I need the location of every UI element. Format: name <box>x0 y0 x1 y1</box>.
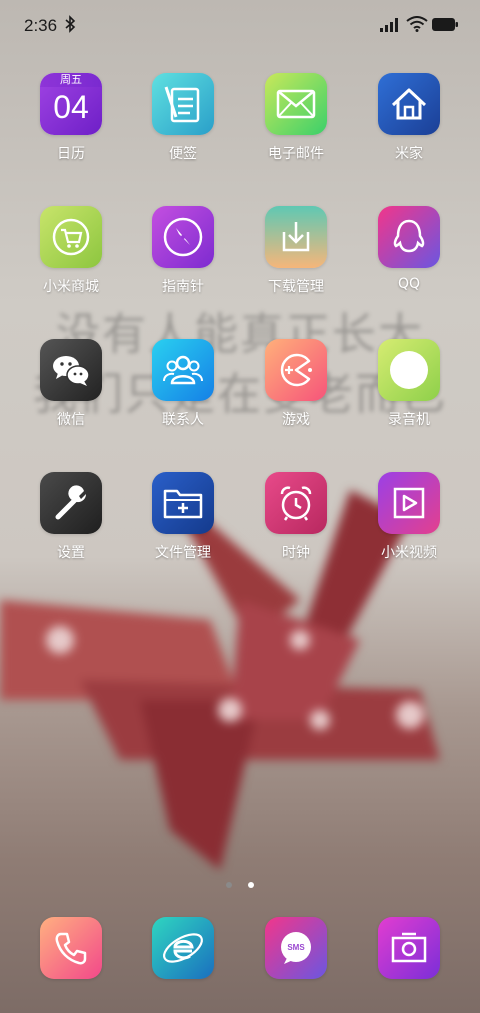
app-label: 下载管理 <box>268 279 324 295</box>
app-recorder[interactable]: 录音机 <box>354 339 464 429</box>
app-mi-home[interactable]: 米家 <box>354 73 464 163</box>
home-icon <box>378 73 440 135</box>
app-label: 米家 <box>395 146 423 162</box>
browser-icon <box>152 917 214 979</box>
calendar-weekday: 周五 <box>60 73 82 86</box>
compass-icon <box>152 206 214 268</box>
app-notes[interactable]: 便签 <box>128 73 238 163</box>
wechat-icon <box>40 339 102 401</box>
app-file-manager[interactable]: 文件管理 <box>128 472 238 562</box>
notes-icon <box>152 73 214 135</box>
app-games[interactable]: 游戏 <box>241 339 351 429</box>
app-calendar[interactable]: 周五 04 日历 <box>16 73 126 163</box>
signal-icon <box>380 18 398 32</box>
app-label: 联系人 <box>162 412 204 428</box>
app-compass[interactable]: 指南针 <box>128 206 238 296</box>
folder-icon <box>152 472 214 534</box>
game-icon <box>265 339 327 401</box>
alarm-clock-icon <box>265 472 327 534</box>
dock-browser[interactable] <box>128 917 238 979</box>
email-icon <box>265 73 327 135</box>
app-label: 日历 <box>57 146 85 162</box>
app-label: 指南针 <box>162 279 204 295</box>
qq-penguin-icon <box>378 206 440 268</box>
app-downloads[interactable]: 下载管理 <box>241 206 351 296</box>
app-mi-store[interactable]: 小米商城 <box>16 206 126 296</box>
app-label: QQ <box>397 276 421 292</box>
app-label: 时钟 <box>282 545 310 561</box>
app-clock[interactable]: 时钟 <box>241 472 351 562</box>
dock-messages[interactable]: SMS <box>241 917 351 979</box>
app-label: 微信 <box>57 412 85 428</box>
app-label: 游戏 <box>282 412 310 428</box>
status-bar: 2:36 <box>0 0 480 52</box>
app-mi-video[interactable]: 小米视频 <box>354 472 464 562</box>
calendar-day: 04 <box>53 89 89 125</box>
app-email[interactable]: 电子邮件 <box>241 73 351 163</box>
wrench-icon <box>40 472 102 534</box>
record-icon <box>378 339 440 401</box>
app-label: 文件管理 <box>155 545 211 561</box>
page-dot-1[interactable] <box>226 882 233 888</box>
calendar-icon: 周五 04 <box>40 73 102 135</box>
download-icon <box>265 206 327 268</box>
page-indicator <box>0 873 480 892</box>
app-label: 小米视频 <box>381 545 437 561</box>
app-label: 电子邮件 <box>268 146 324 162</box>
app-label: 便签 <box>169 146 197 162</box>
sms-icon: SMS <box>265 917 327 979</box>
app-settings[interactable]: 设置 <box>16 472 126 562</box>
app-wechat[interactable]: 微信 <box>16 339 126 429</box>
sms-text: SMS <box>287 943 305 952</box>
contacts-icon <box>152 339 214 401</box>
video-play-icon <box>378 472 440 534</box>
shopping-cart-icon <box>40 206 102 268</box>
dock-camera[interactable] <box>354 917 464 979</box>
app-qq[interactable]: QQ <box>354 206 464 292</box>
status-time: 2:36 <box>24 16 58 35</box>
app-label: 小米商城 <box>43 279 99 295</box>
camera-icon <box>378 917 440 979</box>
app-label: 录音机 <box>388 412 430 428</box>
phone-icon <box>40 917 102 979</box>
dock-phone[interactable] <box>16 917 126 979</box>
app-contacts[interactable]: 联系人 <box>128 339 238 429</box>
battery-icon <box>432 18 458 31</box>
app-label: 设置 <box>57 545 85 561</box>
page-dot-2-active[interactable] <box>247 882 254 888</box>
bluetooth-icon <box>65 15 76 33</box>
wifi-icon <box>406 16 428 32</box>
